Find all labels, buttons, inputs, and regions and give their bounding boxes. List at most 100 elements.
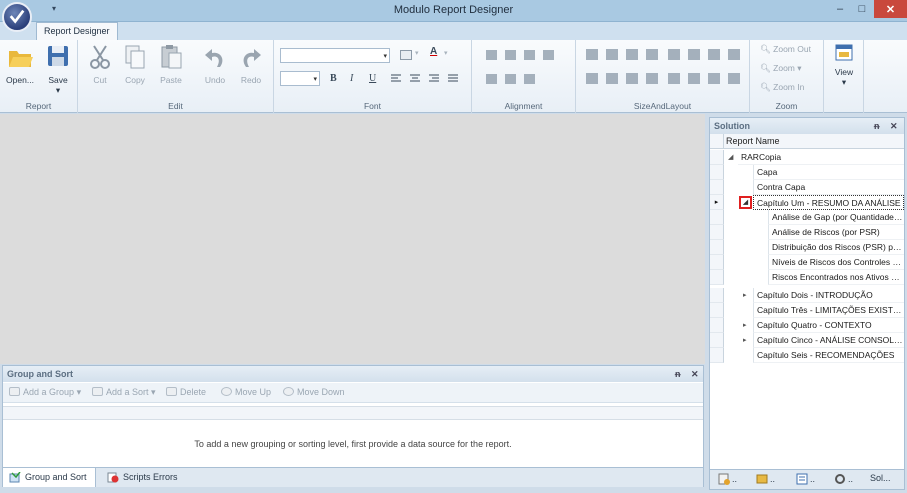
panel-close-icon[interactable]: ✕ xyxy=(890,118,898,134)
group-caption-alignment: Alignment xyxy=(504,101,543,111)
save-dropdown-icon[interactable]: ▾ xyxy=(56,85,60,95)
redo-arrow-icon xyxy=(243,49,261,67)
italic-button[interactable]: I xyxy=(350,73,353,84)
tree-row-capitulo-tres[interactable]: Capítulo Três - LIMITAÇÕES EXISTENTES xyxy=(710,303,904,318)
tree-row-label: Riscos Encontrados nos Ativos por Contro… xyxy=(768,270,904,285)
font-color-button[interactable]: A xyxy=(430,46,437,57)
panel-close-icon[interactable]: ✕ xyxy=(691,366,699,382)
move-down-button[interactable]: Move Down xyxy=(283,387,345,397)
tree-row-distribuicao-riscos[interactable]: Distribuição dos Riscos (PSR) por Ativo xyxy=(710,240,904,255)
expand-arrow-icon[interactable]: ▸ xyxy=(743,333,747,348)
font-size-dropdown-icon[interactable]: ▾ xyxy=(313,75,317,83)
collapse-arrow-icon[interactable]: ◢ xyxy=(739,196,752,209)
open-button[interactable]: Open... xyxy=(2,43,38,85)
tab-field-list-label: .. xyxy=(732,474,738,484)
zoom-dropdown-icon[interactable]: ▾ xyxy=(797,63,801,73)
font-name-combo[interactable]: ▾ xyxy=(280,48,390,63)
copy-label: Copy xyxy=(125,75,145,85)
tree-row-analise-gap[interactable]: Análise de Gap (por Quantidade de Contro… xyxy=(710,210,904,225)
ribbon-group-alignment: Alignment xyxy=(472,40,576,113)
row-indicator xyxy=(710,333,724,348)
tab-report-designer[interactable]: Report Designer xyxy=(36,22,118,40)
tree-row-capitulo-quatro[interactable]: ▸ Capítulo Quatro - CONTEXTO xyxy=(710,318,904,333)
delete-x-icon xyxy=(166,387,177,396)
zoom-out-button[interactable]: 🔍︎ Zoom Out xyxy=(760,44,811,55)
tree-row-capitulo-dois[interactable]: ▸ Capítulo Dois - INTRODUÇÃO xyxy=(710,288,904,303)
tab-properties-label: .. xyxy=(810,474,816,484)
collapse-arrow-icon[interactable]: ◢ xyxy=(728,150,733,165)
add-sort-icon xyxy=(92,387,103,396)
tab-report-explorer[interactable]: .. xyxy=(756,473,775,485)
tree-row-label: Capa xyxy=(753,165,904,180)
expand-arrow-icon[interactable]: ▸ xyxy=(743,288,747,303)
size-layout-icons[interactable] xyxy=(586,49,746,89)
highlight-icon[interactable] xyxy=(400,50,412,60)
tab-field-list[interactable]: .. xyxy=(718,473,737,485)
maximize-button[interactable]: □ xyxy=(852,0,872,18)
bottom-tab-strip: Group and Sort Scripts Errors xyxy=(3,467,703,487)
redo-button[interactable]: Redo xyxy=(233,43,269,85)
add-sort-button[interactable]: Add a Sort ▾ xyxy=(92,387,156,398)
zoom-button[interactable]: 🔍︎ Zoom ▾ xyxy=(760,63,802,74)
view-button[interactable]: View ▾ xyxy=(826,43,862,88)
folder-open-icon xyxy=(9,51,33,67)
properties-icon xyxy=(796,473,808,485)
bold-button[interactable]: B xyxy=(330,73,337,84)
highlight-dropdown-icon[interactable]: ▾ xyxy=(415,49,419,57)
paste-button[interactable]: Paste xyxy=(153,43,189,85)
tree-row-label: Capítulo Quatro - CONTEXTO xyxy=(753,318,904,333)
scripts-errors-tab-icon xyxy=(107,472,119,483)
row-indicator xyxy=(710,318,724,333)
copy-button[interactable]: Copy xyxy=(117,43,153,85)
report-name-column-header[interactable]: Report Name xyxy=(710,134,904,149)
pin-icon[interactable]: ᵰ xyxy=(874,118,880,134)
add-sort-label: Add a Sort xyxy=(106,387,149,397)
undo-button[interactable]: Undo xyxy=(197,43,233,85)
solution-tab-strip: .. .. .. .. Sol... xyxy=(710,469,904,489)
tree-row-capitulo-seis[interactable]: Capítulo Seis - RECOMENDAÇÕES xyxy=(710,348,904,363)
paste-label: Paste xyxy=(160,75,182,85)
current-row-indicator: ▸ xyxy=(710,195,724,210)
tab-scripts-errors[interactable]: Scripts Errors xyxy=(101,468,186,487)
pin-icon[interactable]: ᵰ xyxy=(675,366,681,382)
row-indicator xyxy=(710,165,724,180)
save-button[interactable]: Save ▾ xyxy=(40,43,76,96)
tree-row-capa[interactable]: Capa xyxy=(710,165,904,180)
app-menu-logo-icon[interactable] xyxy=(2,2,32,32)
cut-button[interactable]: Cut xyxy=(82,43,118,85)
view-window-icon xyxy=(835,44,853,61)
row-indicator xyxy=(710,210,724,225)
group-caption-edit: Edit xyxy=(168,101,183,111)
move-up-button[interactable]: Move Up xyxy=(221,387,271,397)
expand-arrow-icon[interactable]: ▸ xyxy=(743,318,747,333)
tab-tools[interactable]: .. xyxy=(834,473,853,485)
group-caption-size-layout: SizeAndLayout xyxy=(633,101,692,111)
tree-row-capitulo-cinco[interactable]: ▸ Capítulo Cinco - ANÁLISE CONSOLIDADA xyxy=(710,333,904,348)
alignment-icons[interactable] xyxy=(486,50,566,90)
delete-button[interactable]: Delete xyxy=(166,387,206,397)
tab-group-and-sort[interactable]: Group and Sort xyxy=(3,468,96,487)
tree-row-niveis-riscos[interactable]: Níveis de Riscos dos Controles por Ativo xyxy=(710,255,904,270)
group-caption-report: Report xyxy=(25,101,52,111)
font-size-combo[interactable]: ▾ xyxy=(280,71,320,86)
add-group-button[interactable]: Add a Group ▾ xyxy=(9,387,81,398)
tree-row-riscos-encontrados[interactable]: Riscos Encontrados nos Ativos por Contro… xyxy=(710,270,904,285)
tree-row-label: Níveis de Riscos dos Controles por Ativo xyxy=(768,255,904,270)
text-align-icons[interactable] xyxy=(390,74,460,84)
underline-button[interactable]: U xyxy=(369,73,376,84)
zoom-in-label: Zoom In xyxy=(773,82,805,92)
ribbon-tab-row xyxy=(0,22,907,40)
design-surface[interactable] xyxy=(0,114,705,364)
minimize-button[interactable]: – xyxy=(830,0,850,18)
tab-properties[interactable]: .. xyxy=(796,473,815,485)
zoom-in-button[interactable]: 🔍︎ Zoom In xyxy=(760,82,804,93)
font-color-dropdown-icon[interactable]: ▾ xyxy=(444,49,448,57)
tab-solution[interactable]: Sol... xyxy=(870,473,891,483)
view-dropdown-icon[interactable]: ▾ xyxy=(842,77,846,87)
font-name-dropdown-icon[interactable]: ▾ xyxy=(383,52,387,60)
tree-row-contra-capa[interactable]: Contra Capa xyxy=(710,180,904,195)
close-button[interactable]: ✕ xyxy=(874,0,907,18)
tree-row-rarcopia[interactable]: ◢ RARCopia xyxy=(710,150,904,165)
window-title: Modulo Report Designer xyxy=(393,4,514,16)
tree-row-analise-riscos[interactable]: Análise de Riscos (por PSR) xyxy=(710,225,904,240)
